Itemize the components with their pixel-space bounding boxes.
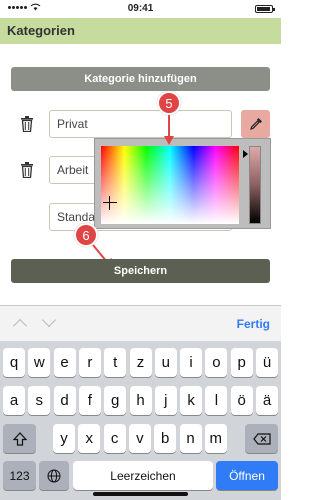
key-ä[interactable]: ä — [256, 386, 278, 415]
key-n[interactable]: n — [179, 424, 202, 453]
key-k[interactable]: k — [180, 386, 203, 415]
category-field-privat[interactable]: Privat — [49, 110, 232, 138]
key-w[interactable]: w — [28, 348, 51, 377]
category-name: Privat — [57, 117, 88, 131]
key-i[interactable]: i — [180, 348, 203, 377]
key-r[interactable]: r — [78, 348, 101, 377]
key-j[interactable]: j — [154, 386, 177, 415]
add-category-button[interactable]: Kategorie hinzufügen — [11, 67, 270, 91]
status-bar: 09:41 — [0, 0, 281, 18]
key-l[interactable]: l — [205, 386, 228, 415]
app-header: Kategorien — [0, 18, 281, 44]
lightness-slider[interactable] — [249, 146, 261, 224]
key-s[interactable]: s — [28, 386, 51, 415]
color-spectrum[interactable] — [101, 146, 239, 224]
key-d[interactable]: d — [53, 386, 76, 415]
shift-key[interactable] — [3, 424, 36, 453]
key-u[interactable]: u — [154, 348, 177, 377]
status-time: 09:41 — [127, 3, 154, 14]
category-name: Arbeit — [57, 163, 89, 177]
key-p[interactable]: p — [230, 348, 253, 377]
key-ö[interactable]: ö — [230, 386, 253, 415]
key-v[interactable]: v — [128, 424, 151, 453]
color-picker-button[interactable] — [241, 110, 270, 138]
backspace-icon — [252, 432, 271, 445]
key-g[interactable]: g — [104, 386, 127, 415]
home-indicator — [93, 492, 188, 496]
key-b[interactable]: b — [154, 424, 177, 453]
callout-badge-5: 5 — [157, 91, 181, 115]
numbers-key[interactable]: 123 — [3, 461, 36, 490]
key-f[interactable]: f — [78, 386, 101, 415]
key-y[interactable]: y — [53, 424, 75, 453]
globe-key[interactable] — [39, 461, 69, 490]
trash-icon[interactable] — [20, 162, 34, 178]
key-q[interactable]: q — [3, 348, 25, 377]
globe-icon — [47, 469, 61, 482]
key-e[interactable]: e — [53, 348, 76, 377]
page-title: Kategorien — [7, 23, 75, 38]
key-t[interactable]: t — [104, 348, 127, 377]
key-a[interactable]: a — [3, 386, 25, 415]
keyboard: Fertig qwertzuiopü asdfghjklöä yxcvbnm 1… — [0, 305, 281, 500]
backspace-key[interactable] — [245, 424, 278, 453]
keyboard-toolbar: Fertig — [0, 305, 281, 341]
done-button[interactable]: Fertig — [237, 317, 270, 331]
key-z[interactable]: z — [129, 348, 152, 377]
previous-field-icon[interactable] — [12, 318, 28, 334]
crosshair-icon[interactable] — [103, 196, 117, 210]
key-c[interactable]: c — [103, 424, 126, 453]
category-name: Standa — [57, 210, 96, 224]
space-key[interactable]: Leerzeichen — [73, 461, 213, 490]
shift-icon — [12, 431, 27, 446]
eyedropper-icon — [249, 118, 262, 130]
save-button[interactable]: Speichern — [11, 259, 270, 283]
return-key[interactable]: Öffnen — [216, 461, 278, 490]
key-o[interactable]: o — [205, 348, 228, 377]
slider-marker-icon[interactable] — [243, 150, 248, 158]
next-field-icon[interactable] — [41, 312, 57, 328]
key-m[interactable]: m — [204, 424, 227, 453]
key-ü[interactable]: ü — [256, 348, 278, 377]
key-x[interactable]: x — [78, 424, 101, 453]
trash-icon[interactable] — [20, 116, 34, 132]
callout-badge-6: 6 — [74, 223, 98, 247]
key-h[interactable]: h — [129, 386, 152, 415]
color-picker-panel — [94, 138, 271, 229]
battery-icon — [255, 5, 275, 13]
